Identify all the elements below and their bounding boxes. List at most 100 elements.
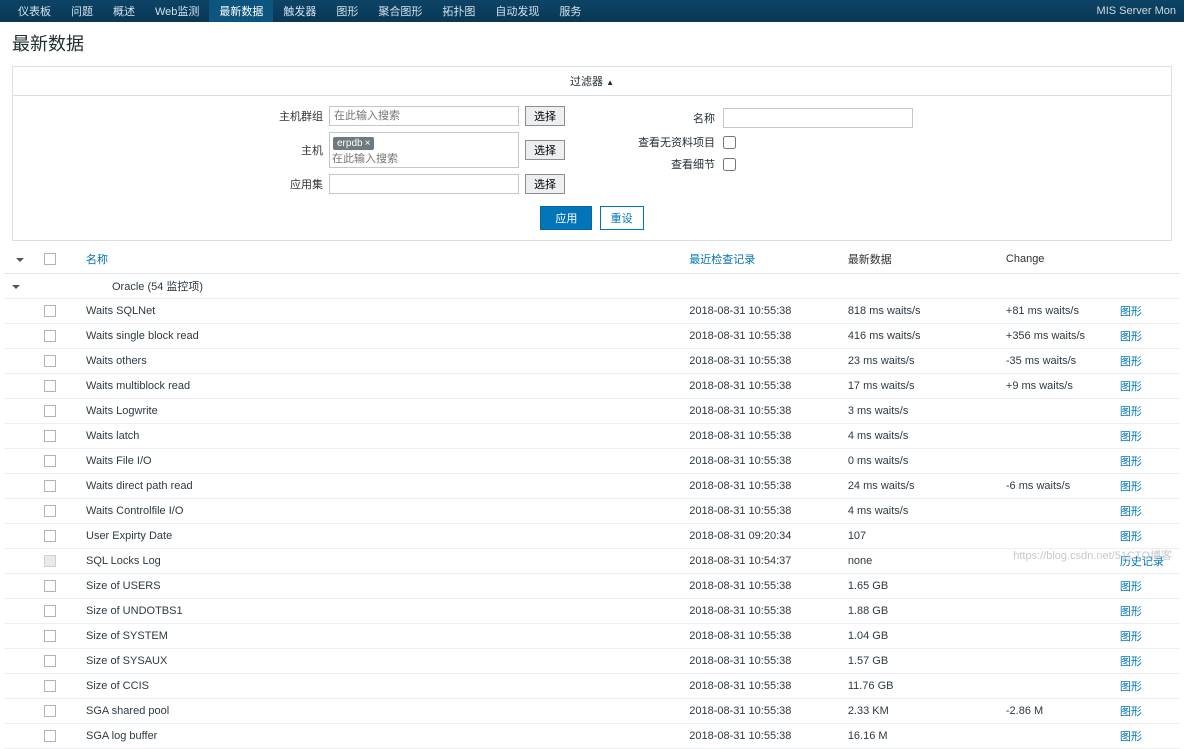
- row-checkbox[interactable]: [44, 480, 56, 492]
- row-name: SQL Locks Log: [78, 549, 681, 574]
- name-filter-input[interactable]: [723, 108, 913, 128]
- row-checkbox[interactable]: [44, 630, 56, 642]
- row-name: Waits File I/O: [78, 449, 681, 474]
- host-label: 主机: [271, 142, 323, 158]
- row-change: [998, 674, 1112, 699]
- no-data-checkbox[interactable]: [723, 136, 736, 149]
- table-row: Size of SYSTEM2018-08-31 10:55:381.04 GB…: [4, 624, 1180, 649]
- row-link[interactable]: 图形: [1112, 724, 1180, 749]
- row-change: [998, 449, 1112, 474]
- row-change: [998, 549, 1112, 574]
- row-link[interactable]: 图形: [1112, 524, 1180, 549]
- row-link[interactable]: 图形: [1112, 374, 1180, 399]
- row-change: [998, 574, 1112, 599]
- row-link[interactable]: 图形: [1112, 424, 1180, 449]
- filter-header-label: 过滤器: [570, 76, 603, 88]
- row-checkbox[interactable]: [44, 305, 56, 317]
- chevron-down-icon: [12, 285, 20, 289]
- row-name: Waits others: [78, 349, 681, 374]
- brand-label: MIS Server Mon: [1097, 5, 1176, 17]
- apply-button[interactable]: 应用: [540, 206, 592, 230]
- row-checkbox[interactable]: [44, 655, 56, 667]
- nav-item-3[interactable]: Web监测: [145, 0, 209, 22]
- table-row: Waits single block read2018-08-31 10:55:…: [4, 324, 1180, 349]
- row-name: User Expirty Date: [78, 524, 681, 549]
- row-link[interactable]: 图形: [1112, 399, 1180, 424]
- row-checkbox[interactable]: [44, 405, 56, 417]
- nav-item-0[interactable]: 仪表板: [8, 0, 61, 22]
- row-change: [998, 499, 1112, 524]
- app-input[interactable]: [329, 174, 519, 194]
- table-row: Waits File I/O2018-08-31 10:55:380 ms wa…: [4, 449, 1180, 474]
- row-name: Waits Controlfile I/O: [78, 499, 681, 524]
- row-change: -2.86 M: [998, 699, 1112, 724]
- row-checkbox[interactable]: [44, 430, 56, 442]
- row-link[interactable]: 图形: [1112, 324, 1180, 349]
- row-link[interactable]: 图形: [1112, 474, 1180, 499]
- row-name: SGA shared pool: [78, 699, 681, 724]
- row-name: Size of UNDOTBS1: [78, 599, 681, 624]
- row-change: [998, 524, 1112, 549]
- row-link[interactable]: 历史记录: [1112, 549, 1180, 574]
- close-icon[interactable]: ×: [365, 138, 371, 149]
- table-row: Waits others2018-08-31 10:55:3823 ms wai…: [4, 349, 1180, 374]
- app-select-button[interactable]: 选择: [525, 174, 565, 194]
- row-checkbox[interactable]: [44, 355, 56, 367]
- row-checkbox[interactable]: [44, 380, 56, 392]
- group-row[interactable]: Oracle (54 监控项): [4, 274, 1180, 299]
- nav-item-9[interactable]: 自动发现: [485, 0, 549, 22]
- row-change: [998, 424, 1112, 449]
- nav-item-10[interactable]: 服务: [549, 0, 591, 22]
- filter-header[interactable]: 过滤器 ▲: [13, 67, 1171, 96]
- row-checkbox[interactable]: [44, 330, 56, 342]
- checkbox-icon[interactable]: [44, 253, 56, 265]
- row-change: [998, 399, 1112, 424]
- row-change: [998, 624, 1112, 649]
- row-time: 2018-08-31 09:20:34: [681, 524, 840, 549]
- row-change: +9 ms waits/s: [998, 374, 1112, 399]
- detail-label: 查看细节: [625, 156, 715, 172]
- row-checkbox[interactable]: [44, 730, 56, 742]
- row-checkbox[interactable]: [44, 530, 56, 542]
- col-lastcheck[interactable]: 最近检查记录: [681, 245, 840, 274]
- nav-item-1[interactable]: 问题: [61, 0, 103, 22]
- host-search-input[interactable]: [332, 153, 432, 165]
- row-checkbox[interactable]: [44, 680, 56, 692]
- table-row: Size of USERS2018-08-31 10:55:381.65 GB图…: [4, 574, 1180, 599]
- col-name[interactable]: 名称: [78, 245, 681, 274]
- row-data: 818 ms waits/s: [840, 299, 998, 324]
- row-link[interactable]: 图形: [1112, 674, 1180, 699]
- host-group-select-button[interactable]: 选择: [525, 106, 565, 126]
- reset-button[interactable]: 重设: [600, 206, 644, 230]
- row-time: 2018-08-31 10:55:38: [681, 399, 840, 424]
- host-select-button[interactable]: 选择: [525, 140, 565, 160]
- row-checkbox[interactable]: [44, 505, 56, 517]
- nav-item-6[interactable]: 图形: [326, 0, 368, 22]
- nav-item-4[interactable]: 最新数据: [209, 0, 273, 22]
- nav-item-7[interactable]: 聚合图形: [368, 0, 432, 22]
- row-time: 2018-08-31 10:55:38: [681, 699, 840, 724]
- host-group-input[interactable]: [329, 106, 519, 126]
- no-data-label: 查看无资料项目: [625, 134, 715, 150]
- row-checkbox[interactable]: [44, 455, 56, 467]
- row-checkbox[interactable]: [44, 605, 56, 617]
- row-link[interactable]: 图形: [1112, 449, 1180, 474]
- row-link[interactable]: 图形: [1112, 299, 1180, 324]
- row-link[interactable]: 图形: [1112, 699, 1180, 724]
- row-link[interactable]: 图形: [1112, 649, 1180, 674]
- row-checkbox[interactable]: [44, 580, 56, 592]
- nav-item-5[interactable]: 触发器: [273, 0, 326, 22]
- expand-header[interactable]: [4, 245, 36, 274]
- row-link[interactable]: 图形: [1112, 599, 1180, 624]
- select-all-header[interactable]: [36, 245, 78, 274]
- host-tag[interactable]: erpdb×: [333, 137, 374, 150]
- row-link[interactable]: 图形: [1112, 499, 1180, 524]
- nav-item-8[interactable]: 拓扑图: [432, 0, 485, 22]
- row-link[interactable]: 图形: [1112, 349, 1180, 374]
- nav-item-2[interactable]: 概述: [103, 0, 145, 22]
- host-input-box[interactable]: erpdb×: [329, 132, 519, 168]
- row-checkbox[interactable]: [44, 705, 56, 717]
- detail-checkbox[interactable]: [723, 158, 736, 171]
- row-link[interactable]: 图形: [1112, 624, 1180, 649]
- row-link[interactable]: 图形: [1112, 574, 1180, 599]
